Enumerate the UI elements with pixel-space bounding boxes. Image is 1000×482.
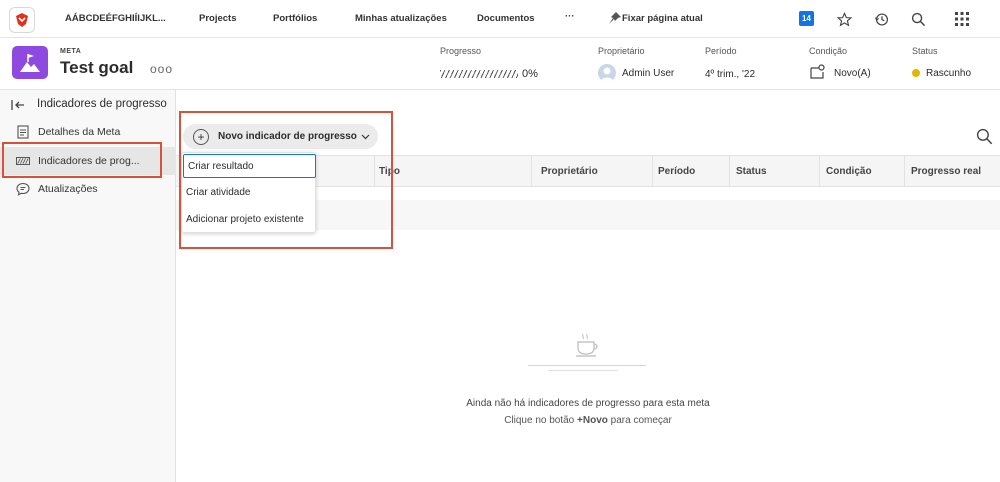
condition-value[interactable]: Novo(A) [834, 68, 871, 79]
status-label: Status [912, 46, 938, 56]
more-options-icon[interactable]: ooo [150, 62, 173, 76]
chevron-down-icon [361, 132, 370, 142]
coffee-cup-icon [574, 332, 602, 358]
empty-hint-post: para começar [607, 415, 672, 426]
history-icon[interactable] [872, 10, 890, 28]
column-divider [652, 156, 653, 186]
sidebar-item-label: Atualizações [38, 183, 98, 195]
menu-item-create-result[interactable]: Criar resultado [183, 154, 316, 178]
sidebar-item-progress-indicators[interactable]: Indicadores de prog... [0, 147, 176, 175]
left-sidebar: Indicadores de progresso Detalhes da Met… [0, 90, 176, 482]
column-header-condition[interactable]: Condição [826, 166, 872, 177]
star-icon[interactable] [835, 10, 853, 28]
owner-value[interactable]: Admin User [622, 68, 674, 79]
collapse-panel-icon[interactable] [10, 97, 26, 113]
menu-item-add-existing-project[interactable]: Adicionar projeto existente [182, 207, 317, 232]
column-divider [531, 156, 532, 186]
nav-portfolios[interactable]: Portfólios [273, 13, 317, 24]
workfront-logo-icon[interactable] [9, 7, 35, 33]
progress-value: 0% [522, 68, 538, 80]
condition-label: Condição [809, 46, 848, 56]
status-dot [912, 69, 920, 77]
sidebar-item-label: Detalhes da Meta [38, 126, 121, 138]
column-header-type[interactable]: Tipo [379, 166, 400, 177]
decorative-line [548, 370, 618, 371]
nav-more-icon[interactable]: ··· [565, 11, 575, 22]
search-icon[interactable] [976, 128, 994, 146]
nav-my-updates[interactable]: Minhas atualizações [355, 13, 447, 24]
sidebar-item-goal-details[interactable]: Detalhes da Meta [0, 119, 176, 145]
goal-flag-icon [12, 46, 48, 79]
column-divider [729, 156, 730, 186]
document-icon [16, 125, 30, 139]
page-title: Test goal [60, 58, 134, 77]
apps-grid-icon[interactable] [953, 10, 971, 28]
new-indicator-dropdown-menu: Criar resultado Criar atividade Adiciona… [181, 152, 316, 233]
nav-alphabet-menu[interactable]: AÁBCDEÉFGHIÍIJKL... [65, 13, 166, 24]
notification-badge[interactable]: 14 [799, 11, 814, 26]
empty-hint-new: +Novo [577, 415, 608, 426]
owner-label: Proprietário [598, 46, 645, 56]
column-header-period[interactable]: Período [658, 166, 695, 177]
nav-documents[interactable]: Documentos [477, 13, 535, 24]
column-header-actual-progress[interactable]: Progresso real [911, 166, 981, 177]
progress-bar [440, 70, 518, 78]
top-navigation-bar: AÁBCDEÉFGHIÍIJKL... Projects Portfólios … [0, 0, 1000, 38]
status-value[interactable]: Rascunho [926, 68, 971, 79]
chat-bubble-icon [16, 182, 30, 196]
period-label: Período [705, 46, 737, 56]
empty-state-title: Ainda não há indicadores de progresso pa… [466, 398, 710, 409]
sidebar-item-label: Indicadores de prog... [38, 155, 140, 167]
main-content: + Novo indicador de progresso Tipo Propr… [176, 90, 1000, 482]
condition-icon [808, 63, 826, 81]
progress-label: Progresso [440, 46, 482, 56]
column-divider [819, 156, 820, 186]
sidebar-item-updates[interactable]: Atualizações [0, 176, 176, 202]
column-divider [904, 156, 905, 186]
period-value[interactable]: 4º trim., '22 [705, 69, 755, 80]
empty-state-hint: Clique no botão +Novo para começar [176, 415, 1000, 426]
new-button-label: Novo indicador de progresso [218, 131, 357, 142]
goal-header: META Test goal ooo Progresso 0% Propriet… [0, 38, 1000, 90]
nav-projects[interactable]: Projects [199, 13, 237, 24]
sidebar-heading: Indicadores de progresso [37, 98, 167, 110]
plus-icon: + [193, 128, 209, 145]
new-progress-indicator-button[interactable]: + Novo indicador de progresso [183, 124, 378, 149]
decorative-line [528, 365, 646, 366]
column-header-owner[interactable]: Proprietário [541, 166, 598, 177]
avatar[interactable] [598, 64, 616, 82]
progress-bar-icon [16, 154, 30, 168]
column-divider [374, 156, 375, 186]
search-icon[interactable] [909, 10, 927, 28]
pin-page-label[interactable]: Fixar página atual [622, 13, 703, 24]
object-type-label: META [60, 48, 82, 55]
menu-item-create-activity[interactable]: Criar atividade [182, 180, 317, 205]
empty-hint-pre: Clique no botão [504, 415, 578, 426]
column-header-status[interactable]: Status [736, 166, 767, 177]
